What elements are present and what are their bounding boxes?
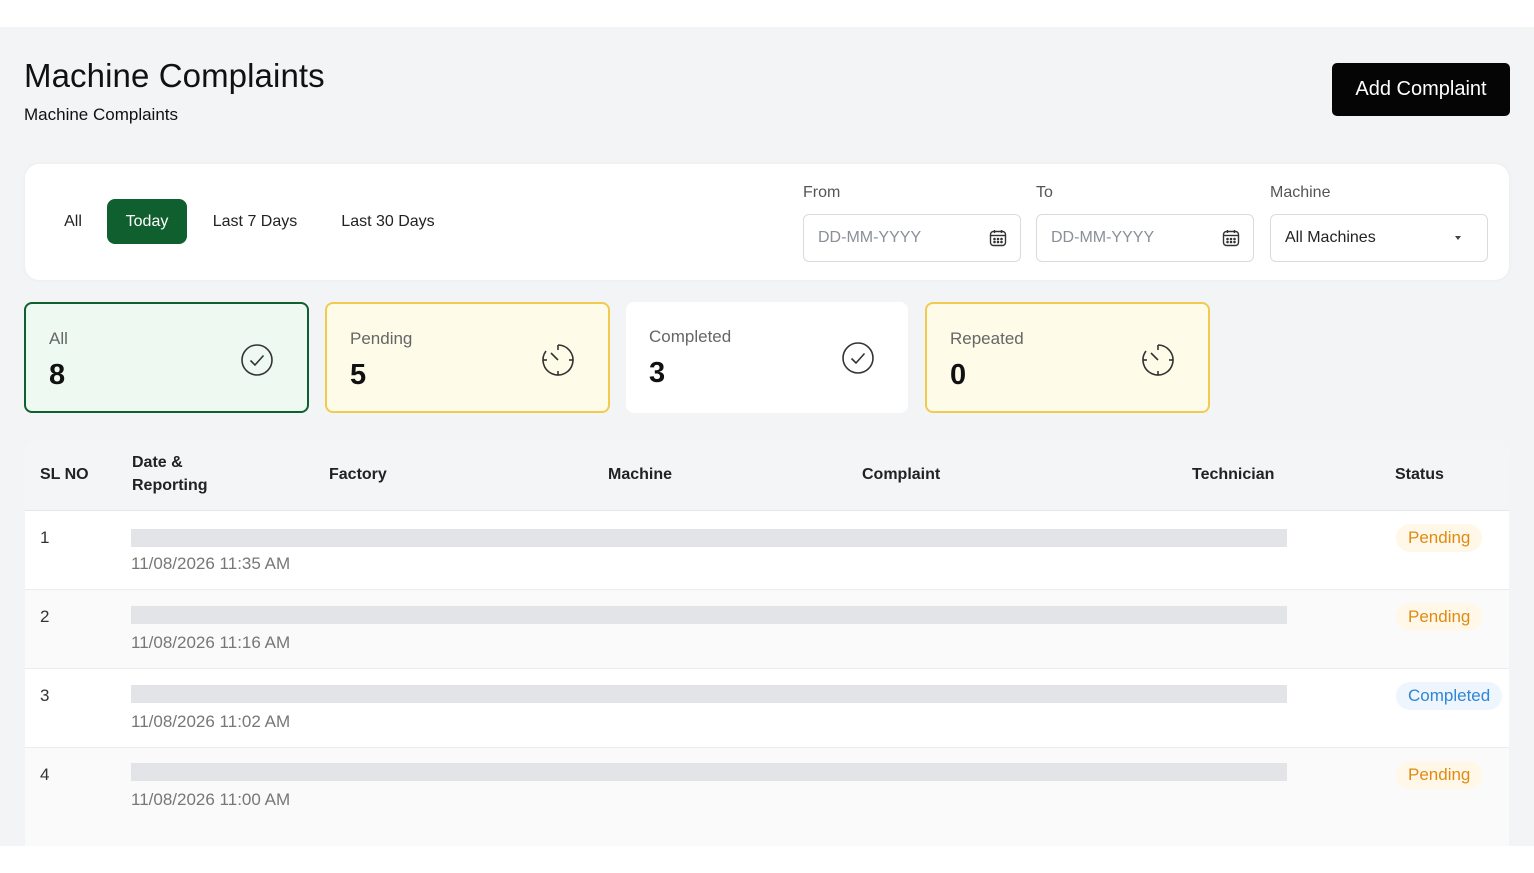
tab-last-7-days[interactable]: Last 7 Days [203,199,307,244]
table-row[interactable]: 4 11/08/2026 11:00 AM Pending [25,748,1509,846]
timer-icon [1142,344,1174,376]
calendar-icon[interactable] [988,228,1008,248]
add-complaint-button[interactable]: Add Complaint [1332,63,1510,116]
breadcrumb: Machine Complaints [24,105,179,124]
stat-value: 3 [649,357,666,389]
tab-all[interactable]: All [49,199,97,244]
status-badge: Completed [1396,682,1503,710]
col-factory: Factory [329,466,387,483]
caret-down-icon[interactable] [1455,236,1461,240]
machine-select[interactable]: All Machines [1270,214,1488,262]
machine-label: Machine [1270,184,1331,201]
bottom-strip [0,846,1534,873]
to-label: To [1036,184,1053,201]
stat-value: 5 [350,359,367,391]
stat-value: 0 [950,359,967,391]
cell-sl-no: 2 [40,607,50,626]
from-date-input[interactable] [818,229,988,247]
to-date-field[interactable] [1036,214,1254,262]
machine-select-value: All Machines [1285,229,1376,246]
stat-card-repeated[interactable]: Repeated 0 [925,302,1210,413]
status-badge: Pending [1396,524,1483,552]
redacted-content [131,763,1287,781]
from-date-field[interactable] [803,214,1021,262]
calendar-icon[interactable] [1221,228,1241,248]
stat-value: 8 [49,359,66,391]
stat-card-all[interactable]: All 8 [24,302,309,413]
stat-card-pending[interactable]: Pending 5 [325,302,610,413]
cell-date: 11/08/2026 11:02 AM [131,712,291,731]
cell-date: 11/08/2026 11:16 AM [131,633,291,652]
redacted-content [131,529,1287,547]
cell-sl-no: 1 [40,528,50,547]
col-date-line2: Reporting [132,477,208,494]
cell-sl-no: 3 [40,686,50,705]
table-row[interactable]: 1 11/08/2026 11:35 AM Pending [25,511,1509,590]
filter-card: All Today Last 7 Days Last 30 Days From … [25,164,1509,280]
check-circle-icon [842,342,874,374]
col-technician: Technician [1192,466,1275,483]
table-row[interactable]: 2 11/08/2026 11:16 AM Pending [25,590,1509,669]
check-circle-icon [241,344,273,376]
to-date-input[interactable] [1051,229,1221,247]
stat-label: Pending [350,329,413,348]
timer-icon [542,344,574,376]
redacted-content [131,606,1287,624]
tab-today[interactable]: Today [107,199,187,244]
col-date-line1: Date & [132,454,183,471]
stat-label: Completed [649,327,732,346]
col-machine: Machine [608,466,673,483]
col-complaint: Complaint [862,466,941,483]
tab-last-30-days[interactable]: Last 30 Days [329,199,447,244]
status-badge: Pending [1396,603,1483,631]
page-content: Machine Complaints Machine Complaints Ad… [0,27,1534,846]
cell-date: 11/08/2026 11:00 AM [131,790,291,809]
stat-label: Repeated [950,329,1024,348]
cell-date: 11/08/2026 11:35 AM [131,554,291,573]
col-status: Status [1395,466,1444,483]
stat-card-completed[interactable]: Completed 3 [626,302,908,413]
from-label: From [803,184,841,201]
complaints-table: SL NO Date & Reporting Factory Machine C… [25,441,1509,846]
table-header: SL NO Date & Reporting Factory Machine C… [25,441,1509,511]
status-badge: Pending [1396,761,1483,789]
col-sl-no: SL NO [40,466,89,483]
page-title: Machine Complaints [24,57,325,94]
cell-sl-no: 4 [40,765,50,784]
stat-label: All [49,329,68,348]
table-row[interactable]: 3 11/08/2026 11:02 AM Completed [25,669,1509,748]
top-bar [0,0,1534,27]
redacted-content [131,685,1287,703]
